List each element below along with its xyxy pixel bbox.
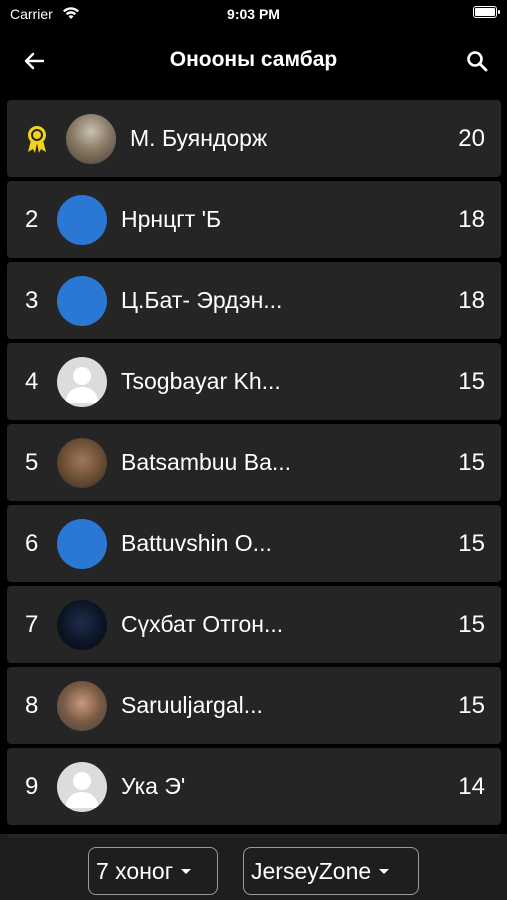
rank-number: 6 (25, 530, 39, 557)
period-dropdown[interactable]: 7 хоног (88, 847, 218, 895)
rank-number: 5 (25, 449, 39, 476)
status-bar: Carrier 9:03 PM (0, 0, 507, 30)
page-title: Онооны самбар (169, 48, 338, 71)
rank-number: 4 (25, 368, 39, 395)
leaderboard-row[interactable]: 9 Ука Э' 14 (7, 748, 501, 825)
rank-number: 2 (25, 206, 39, 233)
chevron-down-icon (379, 868, 390, 874)
clock: 9:03 PM (227, 6, 280, 22)
club-dropdown[interactable]: JerseyZone (243, 847, 419, 895)
rank-number: 8 (25, 692, 39, 719)
player-score: 14 (458, 773, 485, 800)
player-name: М. Буяндорж (130, 125, 268, 151)
player-score: 18 (458, 206, 485, 233)
leaderboard-list: М. Буяндорж 20 2 Нрнцгт 'Б 18 3 Ц.Бат- Э… (7, 100, 501, 829)
leaderboard-row[interactable]: 6 Battuvshin O... 15 (7, 505, 501, 582)
navigation-bar: Онооны самбар (0, 30, 507, 92)
player-name: Ц.Бат- Эрдэн... (121, 287, 283, 313)
leaderboard-row[interactable]: 5 Batsambuu Ba... 15 (7, 424, 501, 501)
leaderboard-row[interactable]: 3 Ц.Бат- Эрдэн... 18 (7, 262, 501, 339)
default-avatar-icon (57, 762, 107, 812)
default-avatar-icon (57, 357, 107, 407)
club-label: JerseyZone (251, 857, 372, 884)
rank-number: 7 (25, 611, 39, 638)
avatar (57, 276, 107, 326)
avatar (57, 600, 107, 650)
avatar (66, 114, 116, 164)
player-name: Saruuljargal... (121, 692, 263, 718)
avatar (57, 519, 107, 569)
filter-bar: 7 хоног JerseyZone (0, 834, 507, 900)
player-name: Нрнцгт 'Б (121, 206, 222, 232)
avatar (57, 681, 107, 731)
leaderboard-row[interactable]: 8 Saruuljargal... 15 (7, 667, 501, 744)
player-score: 18 (458, 287, 485, 314)
player-score: 20 (458, 125, 485, 152)
search-icon (467, 51, 488, 72)
search-button[interactable] (461, 45, 493, 77)
player-score: 15 (458, 449, 485, 476)
player-name: Batsambuu Ba... (121, 449, 292, 475)
period-label: 7 хоног (96, 857, 174, 884)
player-name: Tsogbayar Kh... (121, 368, 281, 394)
avatar (57, 195, 107, 245)
leaderboard-row[interactable]: 2 Нрнцгт 'Б 18 (7, 181, 501, 258)
player-score: 15 (458, 530, 485, 557)
rank-number: 3 (25, 287, 39, 314)
player-name: Ука Э' (121, 773, 186, 799)
leaderboard-row[interactable]: 7 Сүхбат Отгон... 15 (7, 586, 501, 663)
battery-icon (473, 6, 500, 18)
player-name: Сүхбат Отгон... (121, 611, 284, 637)
leaderboard-row[interactable]: 4 Tsogbayar Kh... 15 (7, 343, 501, 420)
player-score: 15 (458, 692, 485, 719)
player-score: 15 (458, 368, 485, 395)
chevron-down-icon (181, 868, 192, 874)
player-name: Battuvshin O... (121, 530, 272, 556)
medal-icon (24, 124, 50, 154)
leaderboard-row[interactable]: М. Буяндорж 20 (7, 100, 501, 177)
player-score: 15 (458, 611, 485, 638)
rank-number: 9 (25, 773, 39, 800)
avatar (57, 438, 107, 488)
